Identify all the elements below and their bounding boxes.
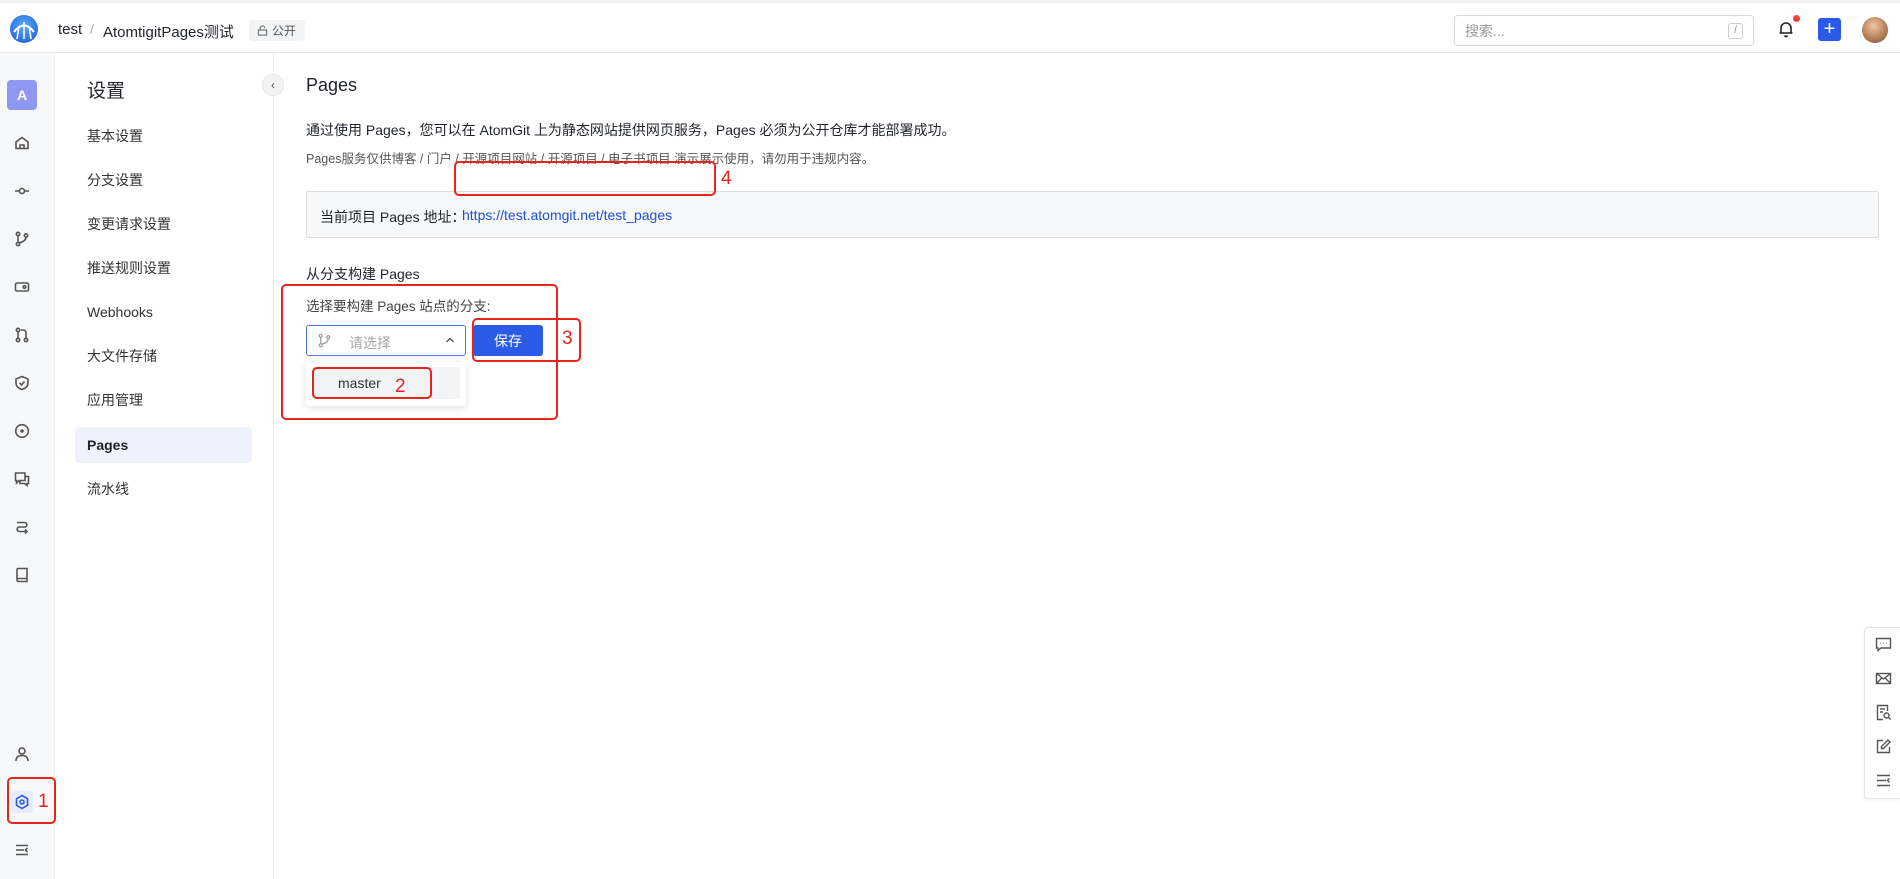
edit-icon[interactable]	[1875, 738, 1892, 755]
sidebar-item-basic-settings[interactable]: 基本设置	[75, 118, 252, 154]
settings-title: 设置	[87, 81, 126, 102]
pages-url-link[interactable]: https://test.atomgit.net/test_pages	[462, 207, 672, 223]
create-new-button[interactable]: +	[1818, 18, 1841, 41]
wiki-book-icon[interactable]	[11, 564, 33, 586]
document-search-icon[interactable]	[1875, 704, 1892, 721]
shield-check-icon[interactable]	[11, 372, 33, 394]
breadcrumb-owner[interactable]: test	[58, 21, 82, 38]
annotation-box-2	[312, 367, 432, 399]
atomgit-logo[interactable]	[10, 15, 38, 43]
project-icon-rail: A	[0, 53, 55, 879]
sidebar-item-webhooks[interactable]: Webhooks	[75, 294, 252, 330]
sidebar-item-push-rules[interactable]: 推送规则设置	[75, 250, 252, 286]
settings-sidebar: 设置 ‹ 基本设置 分支设置 变更请求设置 推送规则设置 Webhooks 大文…	[55, 53, 284, 879]
breadcrumb-separator: /	[90, 21, 94, 37]
annotation-number-3: 3	[562, 328, 573, 349]
home-icon[interactable]	[11, 132, 33, 154]
build-section-title: 从分支构建 Pages	[306, 266, 420, 282]
collapse-tools-icon[interactable]	[1875, 772, 1892, 789]
tag-icon[interactable]	[11, 276, 33, 298]
pages-url-panel: 当前项目 Pages 地址： https://test.atomgit.net/…	[306, 191, 1879, 238]
notification-dot	[1793, 15, 1800, 22]
commit-icon[interactable]	[11, 180, 33, 202]
logo-icon	[13, 22, 35, 40]
top-bar: test / AtomtigitPages测试 公开 / +	[0, 0, 1900, 53]
annotation-number-2: 2	[395, 376, 406, 397]
sidebar-item-app-management[interactable]: 应用管理	[75, 382, 252, 418]
pages-description: 通过使用 Pages，您可以在 AtomGit 上为静态网站提供网页服务，Pag…	[306, 122, 956, 138]
collapse-menu-icon[interactable]	[11, 839, 33, 861]
floating-tools-panel	[1864, 627, 1900, 799]
chat-icon[interactable]	[1875, 636, 1892, 653]
sidebar-item-branch-settings[interactable]: 分支设置	[75, 162, 252, 198]
search-input[interactable]	[1455, 16, 1705, 45]
sidebar-item-pages[interactable]: Pages	[75, 427, 252, 463]
page-title: Pages	[306, 75, 358, 95]
visibility-label: 公开	[272, 24, 297, 38]
branch-icon[interactable]	[11, 228, 33, 250]
visibility-badge: 公开	[249, 20, 306, 41]
sidebar-item-lfs[interactable]: 大文件存储	[75, 338, 252, 374]
pages-url-label: 当前项目 Pages 地址：	[320, 209, 466, 225]
user-avatar[interactable]	[1862, 17, 1888, 43]
unlock-icon	[257, 25, 268, 36]
search-box[interactable]: /	[1454, 15, 1754, 46]
search-shortcut-hint: /	[1728, 23, 1743, 39]
notification-bell-icon[interactable]	[1776, 19, 1796, 39]
pages-settings-main: Pages 通过使用 Pages，您可以在 AtomGit 上为静态网站提供网页…	[275, 53, 1900, 879]
mail-icon[interactable]	[1875, 670, 1892, 687]
annotation-number-4: 4	[721, 168, 732, 189]
annotation-number-1: 1	[38, 791, 49, 812]
annotation-box-4	[454, 161, 716, 196]
breadcrumb-repo[interactable]: AtomtigitPages测试	[103, 21, 234, 42]
discussion-icon[interactable]	[11, 468, 33, 490]
merge-request-icon[interactable]	[11, 324, 33, 346]
issue-icon[interactable]	[11, 420, 33, 442]
annotation-box-1	[7, 777, 56, 824]
sidebar-item-merge-request-settings[interactable]: 变更请求设置	[75, 206, 252, 242]
pipeline-flow-icon[interactable]	[11, 516, 33, 538]
sidebar-item-pipeline[interactable]: 流水线	[75, 471, 252, 507]
members-icon[interactable]	[11, 743, 33, 765]
project-avatar[interactable]: A	[7, 80, 37, 110]
